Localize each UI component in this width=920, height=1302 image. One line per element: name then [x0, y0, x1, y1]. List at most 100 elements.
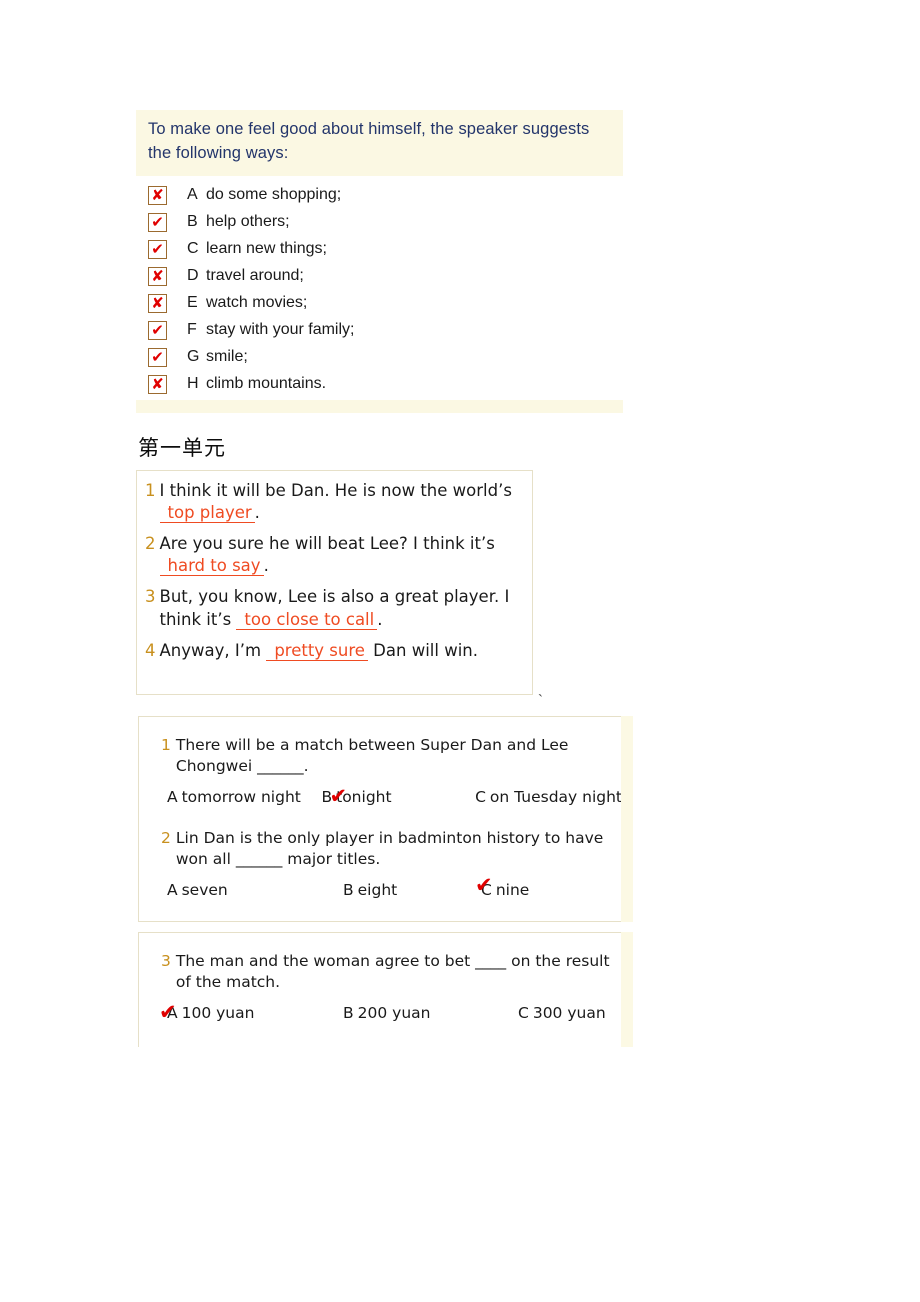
- line-text-after: .: [263, 556, 269, 576]
- option-text: on Tuesday night: [489, 787, 622, 806]
- option-letter: H: [187, 375, 199, 393]
- line-body: Anyway, I’m pretty sure Dan will win.: [160, 640, 478, 662]
- checkbox-g[interactable]: ✔: [148, 347, 167, 367]
- mcq-option-b[interactable]: B 200 yuan: [343, 1004, 518, 1022]
- line-text-before: Anyway, I’m: [159, 640, 267, 660]
- mcq-panel-1: 1 There will be a match between Super Da…: [138, 716, 633, 922]
- mcq-option-row: Aseven Beight Cnine ✔: [167, 874, 622, 899]
- option-label: B: [343, 880, 354, 899]
- check-icon: ✔: [151, 320, 164, 339]
- option-label: A: [167, 880, 178, 899]
- question-text: There will be a match between Super Dan …: [175, 736, 569, 776]
- question-number: 3: [161, 952, 171, 970]
- cross-icon: ✘: [151, 293, 164, 312]
- page-strip-right-2: [621, 932, 633, 1047]
- option-letter: F: [187, 321, 197, 339]
- mcq-option-row: Atomorrow night Btonight ✔ Con Tuesday n…: [167, 785, 622, 806]
- option-text: eight: [357, 880, 398, 899]
- line-body: But, you know, Lee is also a great playe…: [160, 586, 523, 630]
- dialogue-line: 4 Anyway, I’m pretty sure Dan will win.: [145, 640, 522, 662]
- option-letter: B: [187, 213, 198, 231]
- dialogue-cloze-panel: 1 I think it will be Dan. He is now the …: [136, 470, 533, 695]
- dialogue-line: 2 Are you sure he will beat Lee? I think…: [145, 533, 522, 577]
- option-text: 300 yuan: [532, 1003, 606, 1022]
- checkbox-d[interactable]: ✘: [148, 266, 167, 286]
- checkbox-row[interactable]: ✔ G smile;: [136, 344, 623, 371]
- checkbox-f[interactable]: ✔: [148, 320, 167, 340]
- option-text: seven: [181, 880, 228, 899]
- mcq-question: 2 Lin Dan is the only player in badminto…: [161, 828, 622, 871]
- blank-answer[interactable]: hard to say: [159, 556, 264, 577]
- option-text: stay with your family;: [206, 321, 355, 339]
- option-label: B: [343, 1003, 354, 1022]
- line-body: I think it will be Dan. He is now the wo…: [159, 480, 523, 524]
- mcq-option-c[interactable]: Con Tuesday night: [475, 788, 622, 806]
- line-text-before: Are you sure he will beat Lee? I think i…: [159, 534, 495, 554]
- option-text: tonight: [336, 787, 392, 806]
- checkbox-b[interactable]: ✔: [148, 212, 167, 232]
- option-label: A: [167, 787, 178, 806]
- checkbox-a[interactable]: ✘: [148, 185, 167, 205]
- cross-icon: ✘: [151, 185, 164, 204]
- blank-answer[interactable]: pretty sure: [266, 640, 368, 661]
- line-number: 4: [145, 640, 156, 660]
- mcq-option-b[interactable]: Beight: [343, 881, 481, 899]
- line-body: Are you sure he will beat Lee? I think i…: [159, 533, 523, 577]
- line-text-before: I think it will be Dan. He is now the wo…: [159, 481, 512, 500]
- mcq-question: 1 There will be a match between Super Da…: [161, 735, 622, 778]
- option-text: help others;: [206, 213, 290, 231]
- line-number: 2: [145, 534, 156, 554]
- option-label: C: [481, 880, 492, 899]
- dialogue-line: 1 I think it will be Dan. He is now the …: [145, 480, 522, 524]
- mcq-option-a[interactable]: Aseven: [167, 881, 343, 899]
- question-number: 2: [161, 828, 171, 847]
- mcq-panel-2: 3 The man and the woman agree to bet ___…: [138, 932, 633, 1047]
- panel-instruction-text: To make one feel good about himself, the…: [136, 110, 623, 176]
- checkbox-row[interactable]: ✘ E watch movies;: [136, 290, 623, 317]
- stray-tick-mark: `: [538, 692, 543, 709]
- option-letter: D: [187, 267, 199, 285]
- checkbox-row[interactable]: ✔ F stay with your family;: [136, 317, 623, 344]
- option-letter: C: [187, 240, 199, 258]
- option-letter: E: [187, 294, 198, 312]
- dialogue-line: 3 But, you know, Lee is also a great pla…: [145, 586, 522, 630]
- checkbox-row[interactable]: ✔ B help others;: [136, 209, 623, 236]
- option-text: watch movies;: [206, 294, 308, 312]
- checkbox-row[interactable]: ✘ D travel around;: [136, 263, 623, 290]
- checkbox-h[interactable]: ✘: [148, 374, 167, 394]
- option-text: 200 yuan: [357, 1003, 431, 1022]
- mcq-option-b[interactable]: Btonight ✔: [321, 785, 475, 806]
- mcq-option-c[interactable]: C 300 yuan: [518, 1004, 606, 1022]
- question-text: Lin Dan is the only player in badminton …: [175, 828, 604, 869]
- line-text-after: .: [377, 609, 383, 629]
- cross-icon: ✘: [151, 374, 164, 393]
- mcq-option-a[interactable]: A 100 yuan ✔: [159, 1001, 343, 1022]
- option-label: C: [475, 787, 486, 806]
- checkbox-c[interactable]: ✔: [148, 239, 167, 259]
- check-icon: ✔: [151, 347, 164, 366]
- option-text: nine: [495, 880, 530, 899]
- unit-heading: 第一单元: [138, 436, 226, 460]
- option-text: travel around;: [206, 267, 304, 285]
- mcq-option-row: A 100 yuan ✔ B 200 yuan C 300 yuan: [159, 1001, 622, 1022]
- blank-answer[interactable]: too close to call: [236, 609, 378, 630]
- checkbox-row[interactable]: ✘ A do some shopping;: [136, 182, 623, 209]
- mcq-option-c[interactable]: Cnine ✔: [475, 874, 530, 899]
- line-number: 3: [145, 587, 156, 607]
- checkbox-e[interactable]: ✘: [148, 293, 167, 313]
- option-label: B: [321, 787, 333, 806]
- checkbox-row[interactable]: ✘ H climb mountains.: [136, 371, 623, 398]
- mcq-question: 3 The man and the woman agree to bet ___…: [161, 951, 622, 994]
- option-letter: G: [187, 348, 200, 366]
- option-text: tomorrow night: [181, 787, 301, 806]
- cross-icon: ✘: [151, 266, 164, 285]
- checkbox-row[interactable]: ✔ C learn new things;: [136, 236, 623, 263]
- blank-answer[interactable]: top player: [159, 503, 255, 524]
- panel-footer-band: [136, 399, 623, 413]
- option-text: do some shopping;: [206, 186, 342, 204]
- listening-answer-panel: To make one feel good about himself, the…: [136, 110, 623, 413]
- question-text: The man and the woman agree to bet ____ …: [175, 952, 610, 992]
- checkbox-option-list: ✘ A do some shopping; ✔ B help others; ✔…: [136, 175, 623, 400]
- check-icon: ✔: [151, 212, 164, 231]
- mcq-option-a[interactable]: Atomorrow night: [167, 788, 321, 806]
